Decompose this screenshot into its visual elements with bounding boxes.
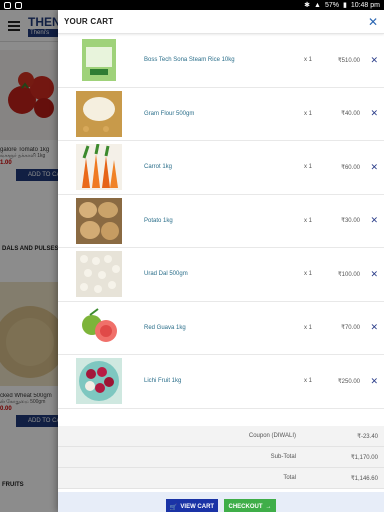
remove-item-icon[interactable]: ✕ <box>370 376 378 387</box>
total-label: Total <box>283 475 296 481</box>
item-qty: x 1 <box>304 217 313 224</box>
item-price: ₹60.00 <box>341 164 360 171</box>
remove-item-icon[interactable]: ✕ <box>370 55 378 66</box>
remove-item-icon[interactable]: ✕ <box>370 322 378 333</box>
remove-item-icon[interactable]: ✕ <box>370 162 378 173</box>
item-qty: x 1 <box>304 271 313 278</box>
cart-drawer: YOUR CART ✕ Boss Tech Sona Steam Rice 10… <box>58 10 384 512</box>
item-price: ₹30.00 <box>341 218 360 225</box>
cart-header: YOUR CART ✕ <box>58 10 384 34</box>
view-cart-label: VIEW CART <box>180 504 215 510</box>
guava-image <box>76 304 122 351</box>
potato-image <box>76 197 122 244</box>
cart-item: Red Guava 1kg x 1 ₹70.00 ✕ <box>58 302 384 355</box>
gram-flour-image <box>76 90 122 137</box>
checkout-button[interactable]: CHECKOUT → <box>224 498 276 512</box>
rice-bag-image <box>82 39 116 82</box>
cart-item: Urad Dal 500gm x 1 ₹100.00 ✕ <box>58 248 384 302</box>
whatsapp-icon <box>4 1 11 9</box>
cart-footer: 🛒 VIEW CART CHECKOUT → <box>58 492 384 512</box>
item-qty: x 1 <box>304 57 313 64</box>
coupon-value: ₹-23.40 <box>357 433 378 440</box>
total-value: ₹1,146.60 <box>350 475 378 482</box>
item-name[interactable]: Boss Tech Sona Steam Rice 10kg <box>144 57 235 63</box>
view-cart-button[interactable]: 🛒 VIEW CART <box>166 498 218 512</box>
cart-icon: 🛒 <box>169 504 178 511</box>
status-bar: ✱ ▲ 57% ▮ 10:48 pm <box>0 0 384 10</box>
remove-item-icon[interactable]: ✕ <box>370 269 378 280</box>
item-qty: x 1 <box>304 324 313 331</box>
battery-percent: 57% <box>324 1 339 9</box>
close-icon[interactable]: ✕ <box>368 15 378 29</box>
cart-title: YOUR CART <box>64 17 114 26</box>
item-price: ₹70.00 <box>341 325 360 332</box>
cart-item: Gram Flour 500gm x 1 ₹40.00 ✕ <box>58 88 384 141</box>
item-price: ₹510.00 <box>337 57 360 64</box>
subtotal-row: Sub-Total ₹1,170.00 <box>58 447 384 468</box>
arrow-right-icon: → <box>265 504 272 510</box>
signal-icon: ▲ <box>314 1 321 9</box>
remove-item-icon[interactable]: ✕ <box>370 215 378 226</box>
subtotal-label: Sub-Total <box>270 454 296 460</box>
coupon-label: Coupon (DIWALI) <box>248 433 296 439</box>
clock: 10:48 pm <box>350 1 380 9</box>
item-name[interactable]: Urad Dal 500gm <box>144 271 188 277</box>
item-price: ₹100.00 <box>337 271 360 278</box>
cart-item: Boss Tech Sona Steam Rice 10kg x 1 ₹510.… <box>58 34 384 88</box>
urad-dal-image <box>76 251 122 298</box>
chat-icon <box>15 1 22 9</box>
total-row: Total ₹1,146.60 <box>58 468 384 489</box>
battery-icon: ▮ <box>342 2 347 9</box>
cart-item: Carrot 1kg x 1 ₹60.00 ✕ <box>58 141 384 195</box>
coupon-row: Coupon (DIWALI) ₹-23.40 <box>58 426 384 447</box>
item-qty: x 1 <box>304 164 313 171</box>
subtotal-value: ₹1,170.00 <box>350 454 378 461</box>
cart-items-list: Boss Tech Sona Steam Rice 10kg x 1 ₹510.… <box>58 34 384 422</box>
lichi-image <box>76 358 122 405</box>
item-qty: x 1 <box>304 110 313 117</box>
cart-item: Potato 1kg x 1 ₹30.00 ✕ <box>58 195 384 248</box>
remove-item-icon[interactable]: ✕ <box>370 108 378 119</box>
item-name[interactable]: Red Guava 1kg <box>144 325 186 331</box>
checkout-label: CHECKOUT <box>228 504 263 510</box>
carrot-image <box>76 144 122 191</box>
cart-item: Lichi Fruit 1kg x 1 ₹250.00 ✕ <box>58 355 384 409</box>
item-price: ₹250.00 <box>337 378 360 385</box>
item-name[interactable]: Potato 1kg <box>144 218 173 224</box>
bluetooth-icon: ✱ <box>304 2 310 9</box>
item-name[interactable]: Gram Flour 500gm <box>144 111 194 117</box>
item-name[interactable]: Lichi Fruit 1kg <box>144 378 181 384</box>
cart-summary: Coupon (DIWALI) ₹-23.40 Sub-Total ₹1,170… <box>58 426 384 489</box>
item-qty: x 1 <box>304 378 313 385</box>
item-price: ₹40.00 <box>341 111 360 118</box>
item-name[interactable]: Carrot 1kg <box>144 164 172 170</box>
